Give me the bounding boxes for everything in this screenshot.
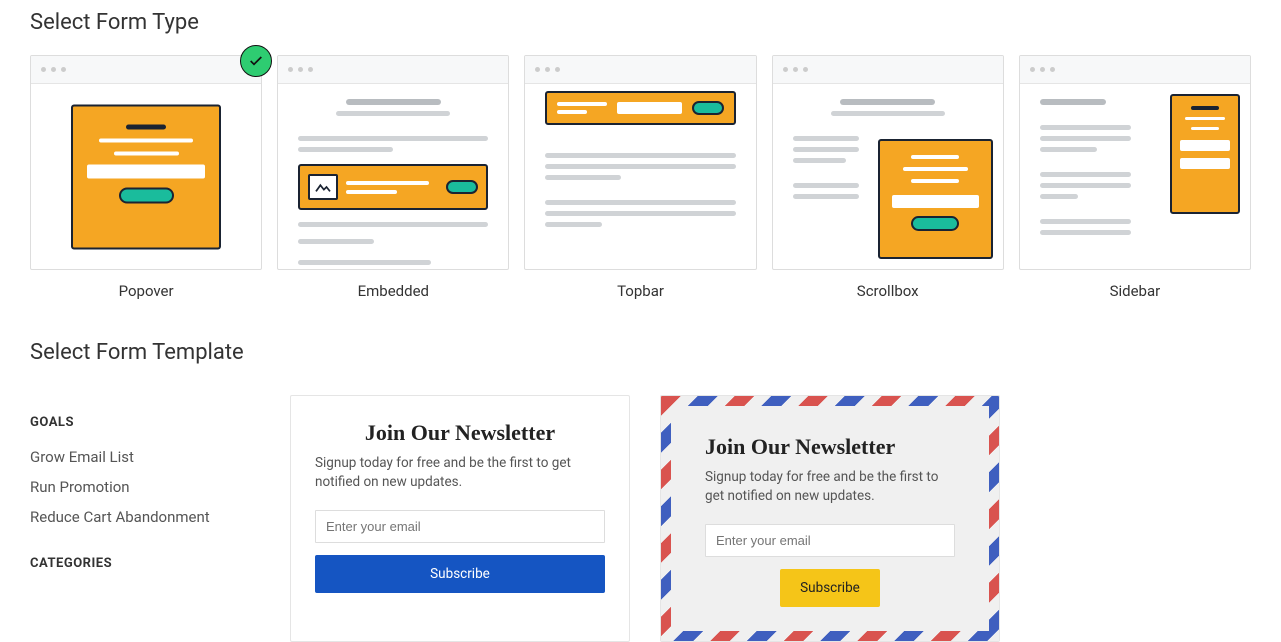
filter-heading-categories: CATEGORIES	[30, 556, 260, 571]
template-title: Join Our Newsletter	[315, 420, 605, 446]
checkmark-icon	[240, 45, 272, 77]
templates-grid: Join Our Newsletter Signup today for fre…	[290, 385, 1251, 642]
form-type-topbar[interactable]: Topbar	[524, 55, 756, 300]
form-type-embedded[interactable]: Embedded	[277, 55, 509, 300]
template-card-airmail[interactable]: Join Our Newsletter Signup today for fre…	[660, 395, 1000, 642]
form-type-label: Sidebar	[1019, 282, 1251, 300]
form-type-label: Popover	[30, 282, 262, 300]
section-heading-template: Select Form Template	[30, 340, 1251, 365]
filter-goal-grow-email[interactable]: Grow Email List	[30, 442, 260, 472]
form-type-preview	[772, 55, 1004, 270]
template-subscribe-button[interactable]: Subscribe	[315, 555, 605, 593]
form-type-list: Popover	[30, 55, 1251, 300]
filter-goal-reduce-cart[interactable]: Reduce Cart Abandonment	[30, 502, 260, 532]
filter-heading-goals: GOALS	[30, 415, 260, 430]
form-type-label: Embedded	[277, 282, 509, 300]
section-heading-form-type: Select Form Type	[30, 10, 1251, 35]
form-type-preview	[524, 55, 756, 270]
form-type-preview	[30, 55, 262, 270]
form-type-popover[interactable]: Popover	[30, 55, 262, 300]
form-type-label: Topbar	[524, 282, 756, 300]
form-type-preview	[277, 55, 509, 270]
template-subscribe-button[interactable]: Subscribe	[780, 569, 880, 607]
template-email-input[interactable]	[705, 524, 955, 557]
template-email-input[interactable]	[315, 510, 605, 543]
image-icon	[308, 174, 338, 200]
template-title: Join Our Newsletter	[705, 434, 955, 460]
filter-goal-run-promotion[interactable]: Run Promotion	[30, 472, 260, 502]
form-type-preview	[1019, 55, 1251, 270]
template-card-plain[interactable]: Join Our Newsletter Signup today for fre…	[290, 395, 630, 642]
form-type-sidebar[interactable]: Sidebar	[1019, 55, 1251, 300]
form-type-scrollbox[interactable]: Scrollbox	[772, 55, 1004, 300]
form-type-label: Scrollbox	[772, 282, 1004, 300]
template-desc: Signup today for free and be the first t…	[315, 454, 605, 492]
template-desc: Signup today for free and be the first t…	[705, 468, 955, 506]
template-filters: GOALS Grow Email List Run Promotion Redu…	[30, 385, 260, 642]
